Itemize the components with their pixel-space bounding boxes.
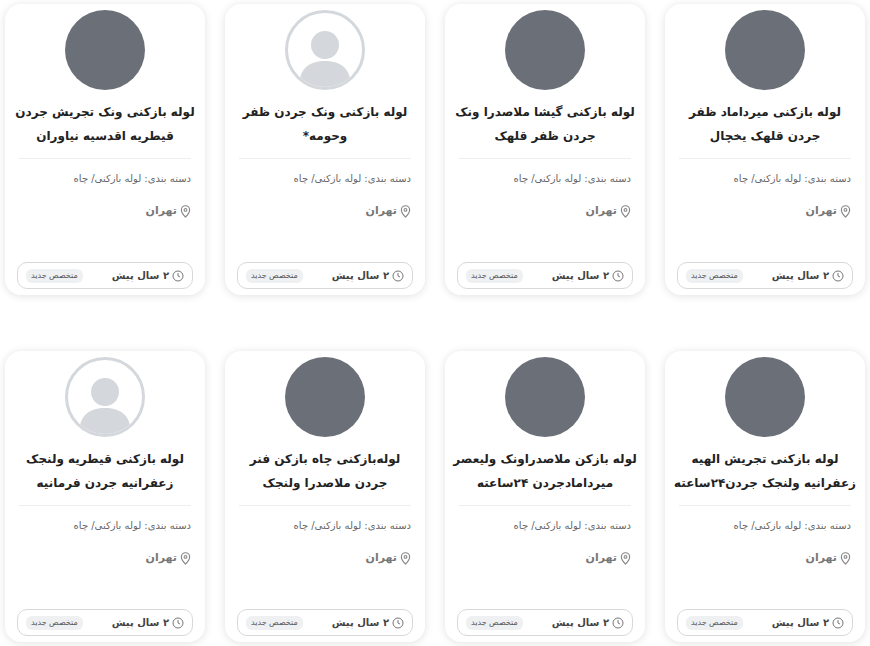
card-title[interactable]: لوله بازکنی ونک تجریش جردن قیطریه اقدسیه…	[5, 100, 205, 152]
location-pin-icon	[400, 205, 411, 218]
location-pin-icon	[400, 552, 411, 565]
new-expert-badge: متخصص جدید	[466, 269, 523, 283]
card-footer: ۲ سال پیش متخصص جدید	[17, 609, 193, 636]
new-expert-badge: متخصص جدید	[466, 616, 523, 630]
new-expert-badge: متخصص جدید	[686, 269, 743, 283]
category: دسته بندی: لوله بازکنی/ چاه	[225, 518, 425, 534]
avatar-photo	[725, 10, 805, 90]
location: تهران	[5, 203, 205, 220]
avatar-photo	[725, 357, 805, 437]
location: تهران	[445, 203, 645, 220]
divider	[459, 505, 631, 506]
time: ۲ سال پیش	[332, 615, 404, 630]
category: دسته بندی: لوله بازکنی/ چاه	[445, 171, 645, 187]
card-footer: ۲ سال پیش متخصص جدید	[237, 262, 413, 289]
clock-icon	[612, 617, 624, 629]
divider	[239, 158, 411, 159]
card-title[interactable]: لوله بازکنی میرداماد ظفر جردن قلهک یخچال	[665, 100, 865, 152]
time: ۲ سال پیش	[112, 268, 184, 283]
avatar-photo	[65, 10, 145, 90]
new-expert-badge: متخصص جدید	[26, 616, 83, 630]
new-expert-badge: متخصص جدید	[246, 616, 303, 630]
clock-icon	[832, 617, 844, 629]
clock-icon	[392, 617, 404, 629]
avatar-photo	[285, 357, 365, 437]
expert-card[interactable]: لوله بازکنی ونک جردن ظفر وحومه* دسته بندی…	[225, 4, 425, 295]
location-pin-icon	[620, 205, 631, 218]
card-footer: ۲ سال پیش متخصص جدید	[457, 609, 633, 636]
card-footer: ۲ سال پیش متخصص جدید	[457, 262, 633, 289]
expert-card[interactable]: لوله‌بازکنی چاه بازکن فنر جردن ملاصدرا و…	[225, 351, 425, 642]
expert-card[interactable]: لوله بازکنی گیشا ملاصدرا ونک جردن ظفر قل…	[445, 4, 645, 295]
avatar-photo	[505, 357, 585, 437]
card-grid: لوله بازکنی میرداماد ظفر جردن قلهک یخچال…	[4, 4, 866, 642]
page: لوله بازکنی میرداماد ظفر جردن قلهک یخچال…	[0, 0, 870, 646]
location: تهران	[445, 550, 645, 567]
new-expert-badge: متخصص جدید	[26, 269, 83, 283]
category: دسته بندی: لوله بازکنی/ چاه	[445, 518, 645, 534]
location-pin-icon	[180, 205, 191, 218]
category: دسته بندی: لوله بازکنی/ چاه	[225, 171, 425, 187]
card-title[interactable]: لوله بازکنی ونک جردن ظفر وحومه*	[225, 100, 425, 152]
divider	[679, 505, 851, 506]
clock-icon	[172, 270, 184, 282]
time: ۲ سال پیش	[552, 268, 624, 283]
expert-card[interactable]: لوله بازکنی ونک تجریش جردن قیطریه اقدسیه…	[5, 4, 205, 295]
clock-icon	[172, 617, 184, 629]
category: دسته بندی: لوله بازکنی/ چاه	[665, 518, 865, 534]
location-pin-icon	[840, 205, 851, 218]
new-expert-badge: متخصص جدید	[246, 269, 303, 283]
time: ۲ سال پیش	[772, 268, 844, 283]
category: دسته بندی: لوله بازکنی/ چاه	[5, 171, 205, 187]
expert-card[interactable]: لوله بازکن ملاصدراونک ولیعصر میردامادجرد…	[445, 351, 645, 642]
time: ۲ سال پیش	[552, 615, 624, 630]
expert-card[interactable]: لوله بازکنی میرداماد ظفر جردن قلهک یخچال…	[665, 4, 865, 295]
location: تهران	[665, 203, 865, 220]
divider	[239, 505, 411, 506]
clock-icon	[832, 270, 844, 282]
clock-icon	[612, 270, 624, 282]
divider	[19, 158, 191, 159]
location-pin-icon	[620, 552, 631, 565]
divider	[19, 505, 191, 506]
new-expert-badge: متخصص جدید	[686, 616, 743, 630]
avatar-photo	[505, 10, 585, 90]
expert-card[interactable]: لوله بازکنی قیطریه ولنجک زعفرانیه جردن ف…	[5, 351, 205, 642]
avatar-placeholder	[285, 10, 365, 90]
location-pin-icon	[840, 552, 851, 565]
expert-card[interactable]: لوله بازکنی تجریش الهیه زعفرانیه ولنجک ج…	[665, 351, 865, 642]
card-footer: ۲ سال پیش متخصص جدید	[237, 609, 413, 636]
location-pin-icon	[180, 552, 191, 565]
card-title[interactable]: لوله بازکنی قیطریه ولنجک زعفرانیه جردن ف…	[5, 447, 205, 499]
time: ۲ سال پیش	[332, 268, 404, 283]
card-title[interactable]: لوله بازکن ملاصدراونک ولیعصر میردامادجرد…	[445, 447, 645, 499]
divider	[679, 158, 851, 159]
card-footer: ۲ سال پیش متخصص جدید	[677, 262, 853, 289]
location: تهران	[225, 203, 425, 220]
person-icon	[75, 372, 135, 434]
card-footer: ۲ سال پیش متخصص جدید	[17, 262, 193, 289]
card-title[interactable]: لوله بازکنی گیشا ملاصدرا ونک جردن ظفر قل…	[445, 100, 645, 152]
time: ۲ سال پیش	[112, 615, 184, 630]
time: ۲ سال پیش	[772, 615, 844, 630]
location: تهران	[5, 550, 205, 567]
card-title[interactable]: لوله‌بازکنی چاه بازکن فنر جردن ملاصدرا و…	[225, 447, 425, 499]
location: تهران	[665, 550, 865, 567]
card-title[interactable]: لوله بازکنی تجریش الهیه زعفرانیه ولنجک ج…	[665, 447, 865, 499]
category: دسته بندی: لوله بازکنی/ چاه	[5, 518, 205, 534]
person-icon	[295, 25, 355, 87]
avatar-placeholder	[65, 357, 145, 437]
clock-icon	[392, 270, 404, 282]
card-footer: ۲ سال پیش متخصص جدید	[677, 609, 853, 636]
divider	[459, 158, 631, 159]
location: تهران	[225, 550, 425, 567]
category: دسته بندی: لوله بازکنی/ چاه	[665, 171, 865, 187]
